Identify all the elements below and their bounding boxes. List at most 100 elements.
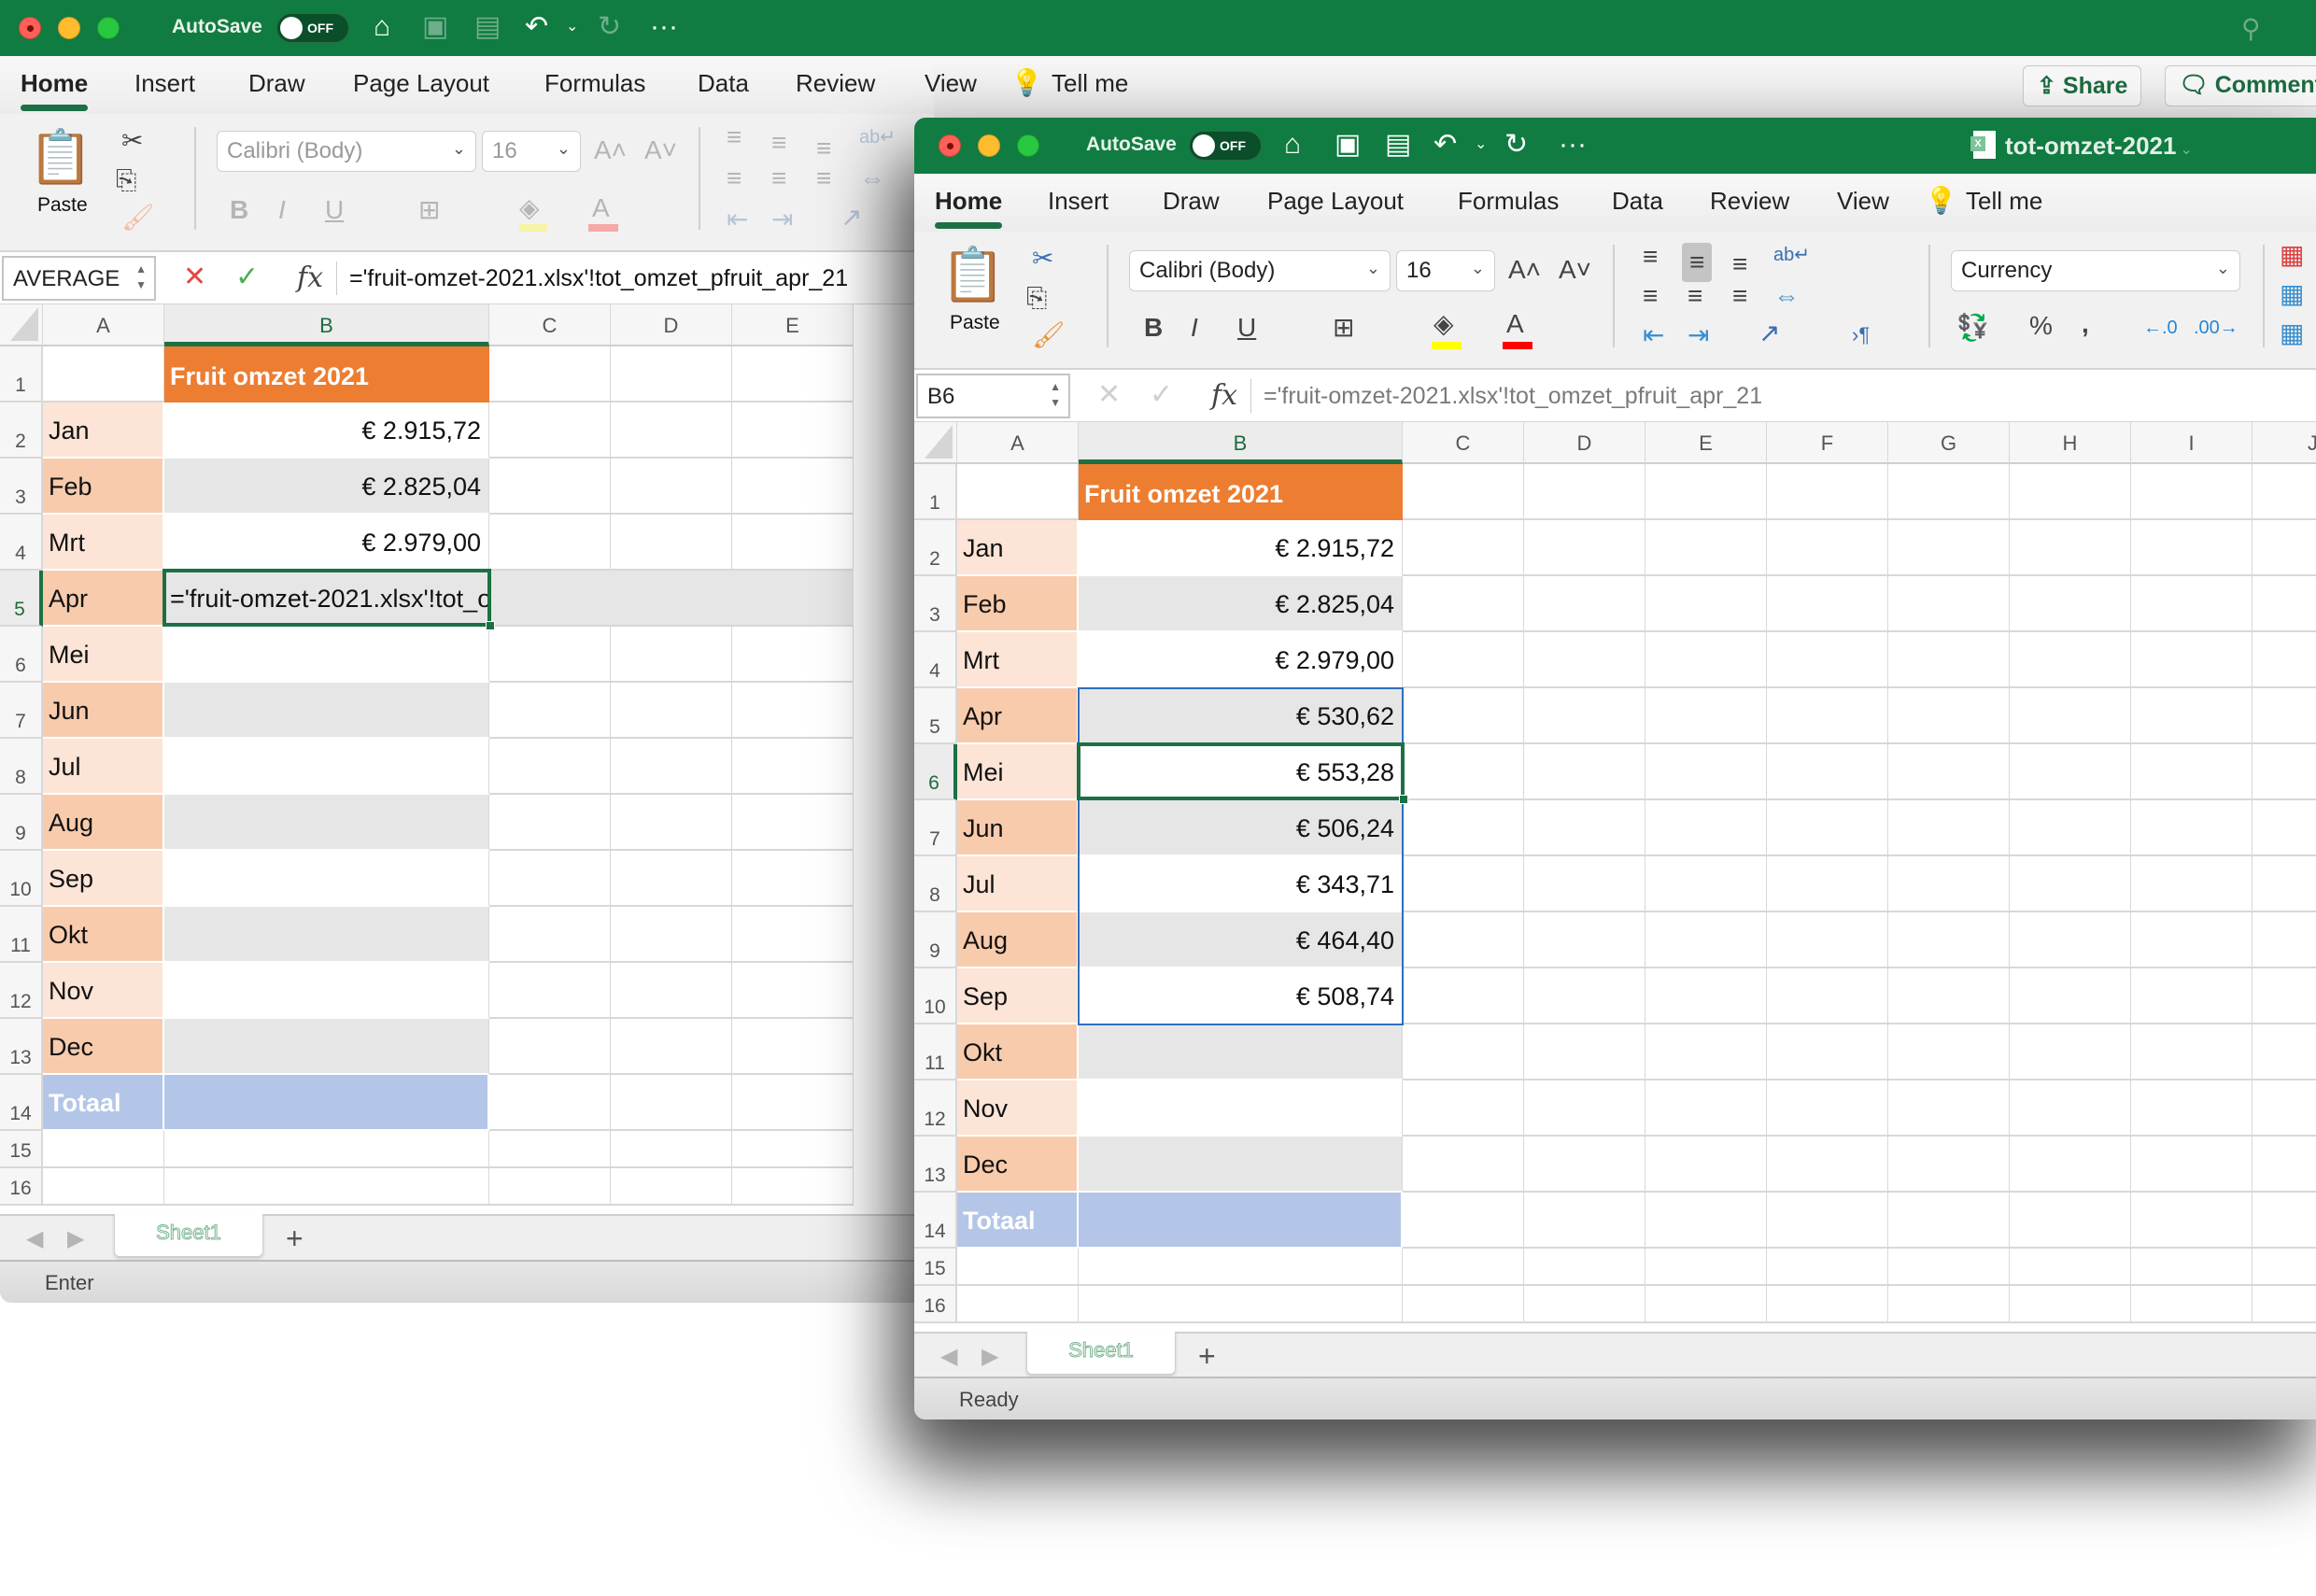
cell-f13[interactable] <box>1767 1137 1888 1193</box>
tab-insert[interactable]: Insert <box>1048 187 1109 216</box>
tab-insert[interactable]: Insert <box>134 69 195 98</box>
cell-a4[interactable]: Mrt <box>43 515 164 571</box>
insert-function-icon[interactable]: fx <box>1211 379 1237 412</box>
align-right-icon[interactable]: ≡ <box>816 164 831 192</box>
cell-d16[interactable] <box>611 1168 732 1206</box>
cell-b13[interactable] <box>164 1019 489 1075</box>
align-right-icon[interactable]: ≡ <box>1732 282 1747 310</box>
cell-j10[interactable] <box>2252 968 2316 1024</box>
cell-c6[interactable] <box>489 627 611 683</box>
borders-icon[interactable]: ⊞ <box>1333 314 1354 342</box>
cell-e11[interactable] <box>732 907 854 963</box>
cell-i12[interactable] <box>2131 1080 2252 1137</box>
row-header-7[interactable]: 7 <box>0 683 43 739</box>
underline-icon[interactable]: U <box>1237 314 1256 342</box>
cell-g16[interactable] <box>1888 1286 2010 1323</box>
cell-a2[interactable]: Jan <box>43 403 164 459</box>
column-header-b[interactable]: B <box>164 304 489 346</box>
cell-b12[interactable] <box>164 963 489 1019</box>
cell-a8[interactable]: Jul <box>957 856 1079 912</box>
worksheet-grid[interactable]: A B C D E 1 Fruit omzet 2021 2 Jan € 2.915,72 3 Feb… <box>0 304 934 1214</box>
cell-a14[interactable]: Totaal <box>957 1193 1079 1249</box>
row-header-1[interactable]: 1 <box>914 464 957 520</box>
cell-b9[interactable] <box>164 795 489 851</box>
cell-f6[interactable] <box>1767 744 1888 800</box>
comma-style-icon[interactable]: , <box>2082 310 2089 338</box>
row-header-8[interactable]: 8 <box>914 856 957 912</box>
align-top-icon[interactable]: ≡ <box>727 123 741 151</box>
cell-f5[interactable] <box>1767 688 1888 744</box>
merge-center-icon[interactable]: ⇔ <box>859 164 885 192</box>
cell-e6[interactable] <box>1645 744 1767 800</box>
column-header-a[interactable]: A <box>957 422 1079 464</box>
cell-c16[interactable] <box>1403 1286 1524 1323</box>
cell-h5[interactable] <box>2010 688 2131 744</box>
cell-g3[interactable] <box>1888 576 2010 632</box>
cell-e6[interactable] <box>732 627 854 683</box>
cell-f10[interactable] <box>1767 968 1888 1024</box>
align-top-icon[interactable]: ≡ <box>1643 243 1658 271</box>
cell-d2[interactable] <box>611 403 732 459</box>
row-header-7[interactable]: 7 <box>914 800 957 856</box>
cell-a6[interactable]: Mei <box>957 744 1079 800</box>
undo-icon[interactable]: ↶ <box>525 11 548 43</box>
merge-center-icon[interactable]: ⇔ <box>1773 282 1800 310</box>
cell-e16[interactable] <box>1645 1286 1767 1323</box>
row-header-14[interactable]: 14 <box>0 1075 43 1131</box>
cell-j3[interactable] <box>2252 576 2316 632</box>
row-header-10[interactable]: 10 <box>914 968 957 1024</box>
row-header-3[interactable]: 3 <box>0 459 43 515</box>
cell-e12[interactable] <box>1645 1080 1767 1137</box>
cell-d6[interactable] <box>611 627 732 683</box>
cell-b5[interactable]: € 530,62 <box>1079 688 1403 744</box>
row-header-4[interactable]: 4 <box>914 632 957 688</box>
cell-i8[interactable] <box>2131 856 2252 912</box>
cell-i10[interactable] <box>2131 968 2252 1024</box>
align-left-icon[interactable]: ≡ <box>1643 282 1658 310</box>
more-icon[interactable]: ··· <box>1559 129 1587 161</box>
tab-home[interactable]: Home <box>935 187 1003 229</box>
cell-c12[interactable] <box>489 963 611 1019</box>
column-header-h[interactable]: H <box>2010 422 2131 464</box>
cell-g15[interactable] <box>1888 1249 2010 1286</box>
cell-e4[interactable] <box>1645 632 1767 688</box>
cell-c3[interactable] <box>1403 576 1524 632</box>
align-bottom-icon[interactable]: ≡ <box>1732 250 1747 278</box>
paste-label[interactable]: Paste <box>950 312 1000 334</box>
column-header-b[interactable]: B <box>1079 422 1403 464</box>
cell-b11[interactable] <box>1079 1024 1403 1080</box>
column-header-c[interactable]: C <box>1403 422 1524 464</box>
decrease-indent-icon[interactable]: ⇤ <box>1643 321 1664 349</box>
cell-b8[interactable] <box>164 739 489 795</box>
bold-icon[interactable]: B <box>230 196 248 224</box>
align-center-icon[interactable]: ≡ <box>1688 282 1702 310</box>
cell-c13[interactable] <box>489 1019 611 1075</box>
formula-input[interactable]: ='fruit-omzet-2021.xlsx'!tot_omzet_pfrui… <box>349 265 848 292</box>
cell-d8[interactable] <box>611 739 732 795</box>
cell-g14[interactable] <box>1888 1193 2010 1249</box>
column-header-j[interactable]: J <box>2252 422 2316 464</box>
confirm-entry-icon[interactable]: ✓ <box>235 263 259 291</box>
cell-h8[interactable] <box>2010 856 2131 912</box>
save-icon[interactable]: ▣ <box>1335 129 1361 161</box>
row-header-12[interactable]: 12 <box>914 1080 957 1137</box>
cell-f8[interactable] <box>1767 856 1888 912</box>
decrease-font-icon[interactable]: A˅ <box>644 136 677 164</box>
cell-j5[interactable] <box>2252 688 2316 744</box>
format-painter-icon[interactable]: 🖌 <box>1032 321 1066 349</box>
row-header-5[interactable]: 5 <box>914 688 957 744</box>
cell-c4[interactable] <box>489 515 611 571</box>
redo-icon[interactable]: ↻ <box>598 11 621 43</box>
cell-a11[interactable]: Okt <box>957 1024 1079 1080</box>
italic-icon[interactable]: I <box>278 196 286 224</box>
cell-d14[interactable] <box>1524 1193 1645 1249</box>
tab-data[interactable]: Data <box>698 69 749 98</box>
cell-h6[interactable] <box>2010 744 2131 800</box>
cell-a16[interactable] <box>43 1168 164 1206</box>
row-header-13[interactable]: 13 <box>0 1019 43 1075</box>
cell-j7[interactable] <box>2252 800 2316 856</box>
increase-decimal-icon[interactable]: ←.0 <box>2143 314 2178 342</box>
cell-c15[interactable] <box>1403 1249 1524 1286</box>
cell-c6[interactable] <box>1403 744 1524 800</box>
cell-e11[interactable] <box>1645 1024 1767 1080</box>
